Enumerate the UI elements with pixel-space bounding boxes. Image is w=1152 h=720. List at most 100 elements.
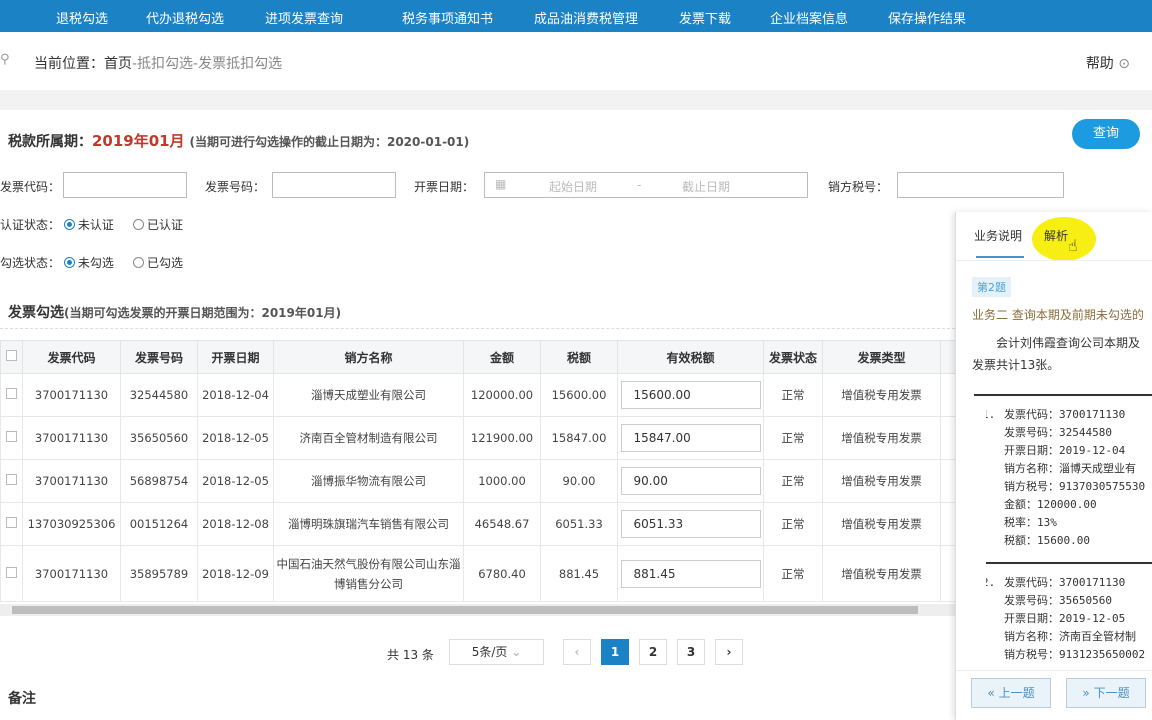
- table-row: 3700171130 56898754 2018-12-05 淄博振华物流有限公司 10…: [0, 459, 956, 503]
- select-all-checkbox[interactable]: [0, 340, 23, 374]
- nav-item[interactable]: 成品油消费税管理: [534, 8, 638, 27]
- cell: 1000.00: [463, 459, 541, 503]
- page-size-select[interactable]: 5条/页 ⌄: [449, 639, 544, 665]
- nav-item[interactable]: 企业档案信息: [770, 8, 848, 27]
- cert-status: 认证状态： 未认证 已认证: [0, 218, 183, 232]
- invoice-section-header: 发票勾选(当期可勾选发票的开票日期范围为：2019年01月): [8, 305, 342, 321]
- query-button[interactable]: 查询: [1072, 119, 1140, 149]
- radio-unselected[interactable]: 未勾选: [63, 256, 114, 270]
- cell: 2018-12-05: [197, 459, 274, 503]
- cell: 增值税专用发票: [822, 545, 941, 602]
- row-checkbox[interactable]: [0, 545, 23, 602]
- column-header: 销方名称: [273, 340, 464, 374]
- cell: 15600.00: [540, 373, 618, 417]
- next-page-button[interactable]: ›: [715, 639, 743, 665]
- period-header: 税款所属期：2019年01月 (当期可进行勾选操作的截止日期为：2020-01-…: [8, 132, 470, 150]
- cell: 15847.00: [540, 416, 618, 460]
- next-question-button[interactable]: » 下一题: [1066, 678, 1146, 708]
- cell: 中国石油天然气股份有限公司山东淄博销售分公司: [273, 545, 464, 602]
- total-count: 共 13 条: [387, 648, 434, 662]
- top-nav: 退税勾选 代办退税勾选 进项发票查询 税务事项通知书 成品油消费税管理 发票下载…: [0, 0, 1152, 32]
- cell: 2018-12-09: [197, 545, 274, 602]
- column-header: 发票号码: [120, 340, 198, 374]
- cell: 90.00: [617, 459, 764, 503]
- table-row: 137030925306 00151264 2018-12-08 淄博明珠旗瑞汽车销售…: [0, 502, 956, 546]
- cell: 121900.00: [463, 416, 541, 460]
- tab-business-description[interactable]: 业务说明: [974, 227, 1022, 244]
- detail-line: 发票号码：32544580: [1004, 426, 1112, 439]
- breadcrumb: ⚲ 当前位置：首页-抵扣勾选-发票抵扣勾选 帮助 ⊙: [0, 32, 1152, 90]
- table-row: 3700171130 35650560 2018-12-05 济南百全管材制造有限公司…: [0, 416, 956, 460]
- cell: 正常: [763, 545, 823, 602]
- cell: 正常: [763, 373, 823, 417]
- instructions-panel: 业务说明 解析 ☝ 第2题 业务二 查询本期及前期未勾选的 会计刘伟霞查询公司本…: [955, 212, 1152, 720]
- cell: 6051.33: [617, 502, 764, 546]
- row-checkbox[interactable]: [0, 373, 23, 417]
- cell: 济南百全管材制造有限公司: [273, 416, 464, 460]
- cell: 正常: [763, 416, 823, 460]
- nav-item[interactable]: 发票下载: [679, 8, 731, 27]
- tab-analysis[interactable]: 解析: [1044, 227, 1068, 244]
- date-label: 开票日期：: [414, 180, 475, 194]
- code-label: 发票代码：: [0, 180, 61, 194]
- row-checkbox[interactable]: [0, 416, 23, 460]
- nav-item[interactable]: 税务事项通知书: [402, 8, 493, 27]
- cell: 56898754: [120, 459, 198, 503]
- detail-line: 销方名称：淄博天成塑业有: [1004, 462, 1136, 475]
- effective-tax-input[interactable]: 15600.00: [620, 381, 761, 409]
- cell: 3700171130: [22, 545, 121, 602]
- remarks-header: 备注: [8, 691, 36, 707]
- row-checkbox[interactable]: [0, 502, 23, 546]
- page-1[interactable]: 1: [601, 639, 629, 665]
- cell: 15600.00: [617, 373, 764, 417]
- detail-line: 销方税号：9131235650002: [1004, 648, 1146, 661]
- horizontal-scrollbar[interactable]: [0, 604, 955, 616]
- cell: 增值税专用发票: [822, 502, 941, 546]
- page-2[interactable]: 2: [639, 639, 667, 665]
- effective-tax-input[interactable]: 90.00: [620, 467, 761, 495]
- hand-cursor-icon: ☝: [1068, 236, 1078, 255]
- prev-question-button[interactable]: « 上一题: [971, 678, 1051, 708]
- cell: 6051.33: [540, 502, 618, 546]
- invoice-number-input[interactable]: [272, 172, 396, 198]
- radio-selected[interactable]: 已勾选: [132, 256, 183, 270]
- cell: 淄博振华物流有限公司: [273, 459, 464, 503]
- column-header: 发票代码: [22, 340, 121, 374]
- table-row: 3700171130 32544580 2018-12-04 淄博天成塑业有限公司 12…: [0, 373, 956, 417]
- breadcrumb-path: -抵扣勾选-发票抵扣勾选: [132, 56, 283, 72]
- detail-line: 发票代码：3700171130: [1004, 408, 1126, 421]
- cell: 881.45: [540, 545, 618, 602]
- invoice-code-input[interactable]: [63, 172, 187, 198]
- column-header: 发票类型: [822, 340, 941, 374]
- nav-item[interactable]: 进项发票查询: [265, 8, 343, 27]
- date-range-input[interactable]: ▦ 起始日期 - 截止日期: [484, 172, 808, 198]
- nav-item[interactable]: 代办退税勾选: [146, 8, 224, 27]
- detail-line: 开票日期：2019-12-05: [1004, 612, 1126, 625]
- cell: 00151264: [120, 502, 198, 546]
- nav-item[interactable]: 保存操作结果: [888, 8, 966, 27]
- radio-uncertified[interactable]: 未认证: [63, 218, 114, 232]
- column-header: 税额: [540, 340, 618, 374]
- effective-tax-input[interactable]: 881.45: [620, 559, 761, 588]
- prev-page-button[interactable]: ‹: [563, 639, 591, 665]
- page-3[interactable]: 3: [677, 639, 705, 665]
- nav-item[interactable]: 退税勾选: [56, 8, 108, 27]
- detail-line: 开票日期：2019-12-04: [1004, 444, 1126, 457]
- effective-tax-input[interactable]: 6051.33: [620, 510, 761, 538]
- cell: 881.45: [617, 545, 764, 602]
- cell: 淄博天成塑业有限公司: [273, 373, 464, 417]
- cell: 正常: [763, 459, 823, 503]
- number-label: 发票号码：: [205, 180, 266, 194]
- radio-certified[interactable]: 已认证: [132, 218, 183, 232]
- chevron-down-icon: ⌄: [511, 645, 522, 659]
- row-checkbox[interactable]: [0, 459, 23, 503]
- question-text: 会计刘伟霞查询公司本期及 发票共计13张。: [972, 336, 1141, 372]
- invoice-detail-item: 2.发票代码：3700171130发票号码：35650560开票日期：2019-…: [986, 574, 1152, 664]
- seller-tax-input[interactable]: [897, 172, 1064, 198]
- cell: 35650560: [120, 416, 198, 460]
- breadcrumb-home[interactable]: 当前位置：首页: [34, 56, 132, 72]
- help-link[interactable]: 帮助 ⊙: [1086, 53, 1130, 73]
- cell: 增值税专用发票: [822, 416, 941, 460]
- effective-tax-input[interactable]: 15847.00: [620, 424, 761, 452]
- detail-line: 销方税号：91370305755З0: [1004, 480, 1146, 493]
